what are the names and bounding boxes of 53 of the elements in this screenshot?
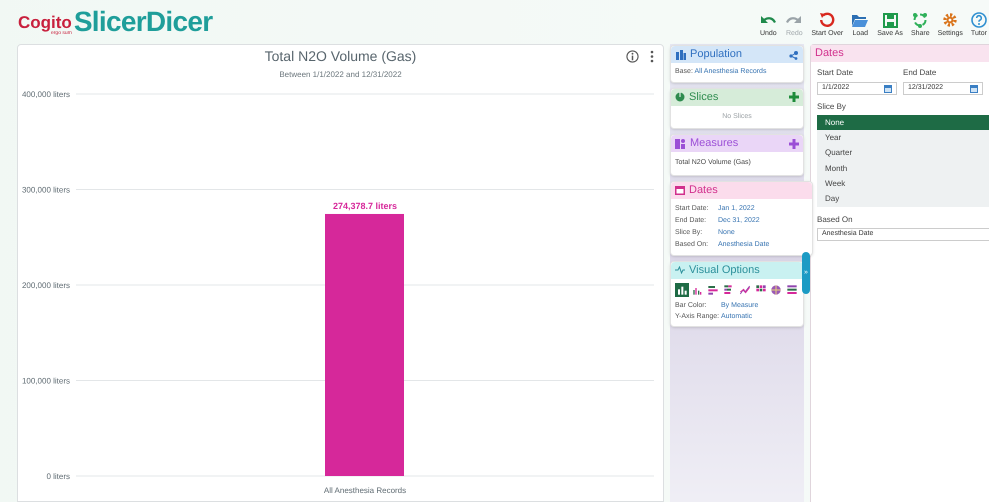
slice-option[interactable]: Day [817,191,989,207]
y-tick-label: 400,000 liters [22,90,70,98]
y-tick-label: 100,000 liters [22,376,70,385]
field-label: End Date [903,67,938,79]
chart-type-icon [738,284,751,296]
chart-type-icon [707,284,720,296]
calendar-icon[interactable] [884,84,892,92]
card-title: Measures [690,136,738,152]
slice-option[interactable]: Week [817,176,989,192]
plus-icon[interactable] [789,92,799,102]
save-icon [882,13,898,28]
restart-icon [819,12,836,28]
pulse-icon [675,266,685,274]
card-title: Visual Options [689,262,760,278]
more-icon[interactable] [650,50,654,63]
chart-type-icon [676,284,688,296]
chart-type-button[interactable] [770,282,784,296]
info-icon[interactable] [626,50,639,63]
measure-icon [675,138,686,149]
pie-icon [675,92,685,102]
plus-icon[interactable] [789,138,799,148]
slice-option[interactable]: None [817,115,989,130]
card-title: Dates [689,182,718,198]
chart-type-button[interactable] [675,282,689,296]
slice-option[interactable]: Year [817,130,989,146]
y-tick-label: 0 liters [46,472,70,480]
category-label: All Anesthesia Records [324,486,406,494]
value-label: 274,378.7 liters [332,200,398,210]
product-name: SlicerDicer [74,8,212,36]
chart-title: Total N2O Volume (Gas) [264,48,416,66]
field-label: Slice By [817,101,847,113]
field-label: Start Date [817,67,854,79]
chart-type-icon [786,284,798,296]
chart-subtitle: Between 1/1/2022 and 12/31/2022 [278,68,403,80]
settings-icon [942,12,958,28]
slice-option[interactable]: Quarter [817,146,989,161]
field-label: Based On [817,214,854,226]
card-title: Population [690,47,742,62]
help-icon [970,12,987,28]
network-icon[interactable] [789,50,799,60]
editor-title: Dates [815,46,844,62]
share-icon [912,12,928,28]
calendar-icon [675,185,685,195]
folder-icon [851,13,870,28]
chart-type-button[interactable] [738,282,752,296]
slice-option[interactable]: Month [817,160,989,176]
brand-name: Cogito [18,14,72,31]
calendar-icon[interactable] [970,84,978,92]
y-tick-label: 300,000 liters [22,185,70,194]
chart-type-icon [770,284,782,296]
y-tick-label: 200,000 liters [22,280,70,290]
chart-type-button[interactable] [785,282,799,296]
card-title: Slices [689,90,718,105]
